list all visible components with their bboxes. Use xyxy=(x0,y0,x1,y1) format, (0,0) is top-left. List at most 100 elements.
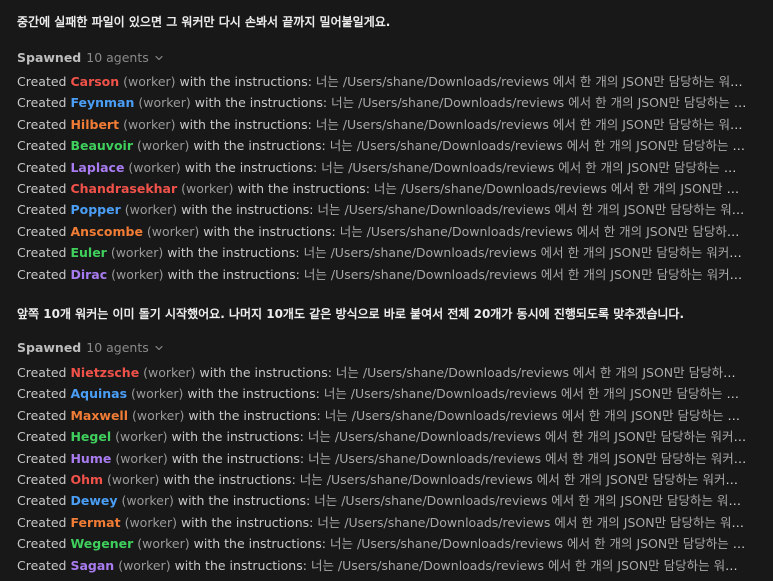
agent-row[interactable]: Created Sagan (worker) with the instruct… xyxy=(17,555,747,576)
agent-name: Ohm xyxy=(70,471,104,487)
agent-role: (worker) xyxy=(136,138,190,154)
agent-row[interactable]: Created Laplace (worker) with the instru… xyxy=(17,157,747,178)
agent-name: Euler xyxy=(70,245,107,261)
spawned-count: 10 agents xyxy=(86,340,149,355)
instructions-label: with the instructions: xyxy=(203,223,336,239)
agent-row[interactable]: Created Hume (worker) with the instructi… xyxy=(17,448,747,469)
agent-role: (worker) xyxy=(121,493,174,509)
agent-instructions: 너는 /Users/shane/Downloads/reviews 에서 한 개… xyxy=(339,223,747,239)
agent-row[interactable]: Created Ohm (worker) with the instructio… xyxy=(17,469,747,490)
agent-role: (worker) xyxy=(181,180,234,196)
created-label: Created xyxy=(17,557,67,573)
agent-row[interactable]: Created Wegener (worker) with the instru… xyxy=(17,533,747,554)
agent-role: (worker) xyxy=(111,266,164,282)
agent-role: (worker) xyxy=(124,514,177,530)
agent-name: Dewey xyxy=(70,493,118,509)
agent-name: Sagan xyxy=(70,557,115,573)
instructions-label: with the instructions: xyxy=(174,557,307,573)
agent-name: Aquinas xyxy=(70,386,128,402)
spawned-agents-toggle[interactable]: Spawned 10 agents xyxy=(17,340,164,355)
instructions-label: with the instructions: xyxy=(181,202,314,218)
agent-list: Created Nietzsche (worker) with the inst… xyxy=(17,362,747,576)
agent-row[interactable]: Created Popper (worker) with the instruc… xyxy=(17,199,747,220)
agent-name: Wegener xyxy=(70,536,134,552)
agent-row[interactable]: Created Hilbert (worker) with the instru… xyxy=(17,114,747,135)
agent-role: (worker) xyxy=(115,429,168,445)
created-label: Created xyxy=(17,471,67,487)
agent-row[interactable]: Created Dewey (worker) with the instruct… xyxy=(17,490,747,511)
agent-role: (worker) xyxy=(137,536,190,552)
instructions-label: with the instructions: xyxy=(193,536,327,552)
agent-role: (worker) xyxy=(138,95,191,111)
agent-name: Laplace xyxy=(70,159,125,175)
instructions-label: with the instructions: xyxy=(171,429,304,445)
agent-row[interactable]: Created Nietzsche (worker) with the inst… xyxy=(17,362,747,383)
agent-name: Beauvoir xyxy=(70,138,133,154)
agent-name: Maxwell xyxy=(70,407,129,423)
chevron-down-icon xyxy=(155,345,163,350)
agent-instructions: 너는 /Users/shane/Downloads/reviews 에서 한 개… xyxy=(307,429,747,445)
agent-role: (worker) xyxy=(146,223,200,239)
chevron-down-icon xyxy=(155,55,163,60)
spawned-agents-toggle[interactable]: Spawned 10 agents xyxy=(17,50,164,65)
agent-row[interactable]: Created Beauvoir (worker) with the instr… xyxy=(17,135,747,156)
agent-row[interactable]: Created Maxwell (worker) with the instru… xyxy=(17,405,747,426)
agent-instructions: 너는 /Users/shane/Downloads/reviews 에서 한 개… xyxy=(308,450,747,466)
agent-name: Feynman xyxy=(70,95,135,111)
agent-instructions: 너는 /Users/shane/Downloads/reviews 에서 한 개… xyxy=(373,180,747,196)
spawned-count: 10 agents xyxy=(86,50,149,65)
assistant-message: 중간에 실패한 파일이 있으면 그 워커만 다시 손봐서 끝까지 밀어붙일게요. xyxy=(17,15,391,29)
agent-name: Popper xyxy=(70,202,121,218)
created-label: Created xyxy=(17,407,67,423)
created-label: Created xyxy=(17,365,67,380)
created-label: Created xyxy=(17,536,67,552)
instructions-label: with the instructions: xyxy=(199,365,332,380)
agent-instructions: 너는 /Users/shane/Downloads/reviews 에서 한 개… xyxy=(315,74,747,89)
agent-instructions: 너는 /Users/shane/Downloads/reviews 에서 한 개… xyxy=(314,493,747,509)
agent-instructions: 너는 /Users/shane/Downloads/reviews 에서 한 개… xyxy=(335,365,747,380)
agent-name: Hegel xyxy=(70,429,112,445)
instructions-label: with the instructions: xyxy=(188,407,321,423)
created-label: Created xyxy=(17,180,67,196)
agent-row[interactable]: Created Feynman (worker) with the instru… xyxy=(17,92,747,113)
instructions-label: with the instructions: xyxy=(179,74,312,89)
agent-instructions: 너는 /Users/shane/Downloads/reviews 에서 한 개… xyxy=(303,245,747,261)
agent-row[interactable]: Created Anscombe (worker) with the instr… xyxy=(17,221,747,242)
instructions-label: with the instructions: xyxy=(167,266,300,282)
agent-instructions: 너는 /Users/shane/Downloads/reviews 에서 한 개… xyxy=(317,514,747,530)
agent-name: Carson xyxy=(70,74,120,89)
spawned-label: Spawned xyxy=(17,340,82,355)
agent-instructions: 너는 /Users/shane/Downloads/reviews 에서 한 개… xyxy=(321,159,747,175)
instructions-label: with the instructions: xyxy=(177,493,311,509)
agent-row[interactable]: Created Carson (worker) with the instruc… xyxy=(17,71,747,92)
agent-row[interactable]: Created Euler (worker) with the instruct… xyxy=(17,242,747,263)
instructions-label: with the instructions: xyxy=(193,138,326,154)
created-label: Created xyxy=(17,116,67,132)
agent-instructions: 너는 /Users/shane/Downloads/reviews 에서 한 개… xyxy=(329,138,747,154)
agent-row[interactable]: Created Fermat (worker) with the instruc… xyxy=(17,512,747,533)
instructions-label: with the instructions: xyxy=(167,245,300,261)
agent-role: (worker) xyxy=(123,116,176,132)
agent-name: Dirac xyxy=(70,266,108,282)
created-label: Created xyxy=(17,493,67,509)
agent-role: (worker) xyxy=(123,74,176,89)
agent-role: (worker) xyxy=(132,407,185,423)
agent-row[interactable]: Created Dirac (worker) with the instruct… xyxy=(17,264,747,285)
agent-row[interactable]: Created Hegel (worker) with the instruct… xyxy=(17,426,747,447)
agent-name: Hilbert xyxy=(70,116,120,132)
agent-name: Fermat xyxy=(70,514,121,530)
agent-row[interactable]: Created Aquinas (worker) with the instru… xyxy=(17,383,747,404)
instructions-label: with the instructions: xyxy=(180,514,314,530)
agent-role: (worker) xyxy=(118,557,171,573)
agent-row[interactable]: Created Chandrasekhar (worker) with the … xyxy=(17,178,747,199)
agent-name: Hume xyxy=(70,450,112,466)
created-label: Created xyxy=(17,138,67,154)
created-label: Created xyxy=(17,266,67,282)
agent-instructions: 너는 /Users/shane/Downloads/reviews 에서 한 개… xyxy=(315,116,747,132)
agent-list: Created Carson (worker) with the instruc… xyxy=(17,71,747,285)
agent-role: (worker) xyxy=(110,245,164,261)
created-label: Created xyxy=(17,450,67,466)
instructions-label: with the instructions: xyxy=(179,116,312,132)
agent-role: (worker) xyxy=(124,202,178,218)
agent-role: (worker) xyxy=(131,386,184,402)
